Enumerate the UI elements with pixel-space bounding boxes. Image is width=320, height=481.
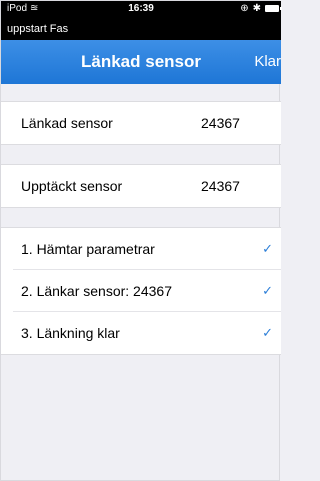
detected-sensor-label: Upptäckt sensor: [21, 178, 123, 194]
linked-sensor-value: 24367: [201, 115, 240, 131]
detected-sensor-value: 24367: [201, 178, 240, 194]
steps-section: 1. Hämtar parametrar ✓ 2. Länkar sensor:…: [1, 227, 281, 355]
page-title: Länkad sensor: [81, 52, 201, 71]
nav-bar: Länkad sensor Klar: [1, 40, 281, 84]
linked-sensor-section: Länkad sensor 24367: [1, 101, 281, 145]
checkmark-icon: ✓: [262, 241, 273, 256]
checkmark-icon: ✓: [262, 283, 273, 298]
bluetooth-icon: ✱: [252, 3, 261, 14]
battery-icon: [265, 5, 282, 12]
app-name: uppstart Fas: [1, 18, 281, 40]
status-right: ⊕ ✱: [240, 3, 282, 14]
step-row: 1. Hämtar parametrar ✓: [1, 228, 281, 270]
linked-sensor-label: Länkad sensor: [21, 115, 113, 131]
lock-rotation-icon: ⊕: [240, 3, 249, 14]
step-label: 3. Länkning klar: [21, 325, 120, 341]
detected-sensor-row: Upptäckt sensor 24367: [1, 165, 281, 207]
step-label: 1. Hämtar parametrar: [21, 241, 155, 257]
status-bar: iPod ≊ 16:39 ⊕ ✱: [1, 1, 282, 18]
step-row: 3. Länkning klar ✓: [1, 312, 281, 354]
linked-sensor-row: Länkad sensor 24367: [1, 102, 281, 144]
status-time: 16:39: [128, 3, 154, 14]
step-row: 2. Länkar sensor: 24367 ✓: [1, 270, 281, 312]
checkmark-icon: ✓: [262, 325, 273, 340]
step-label: 2. Länkar sensor: 24367: [21, 283, 172, 299]
detected-sensor-section: Upptäckt sensor 24367: [1, 164, 281, 208]
done-button[interactable]: Klar: [246, 40, 289, 84]
